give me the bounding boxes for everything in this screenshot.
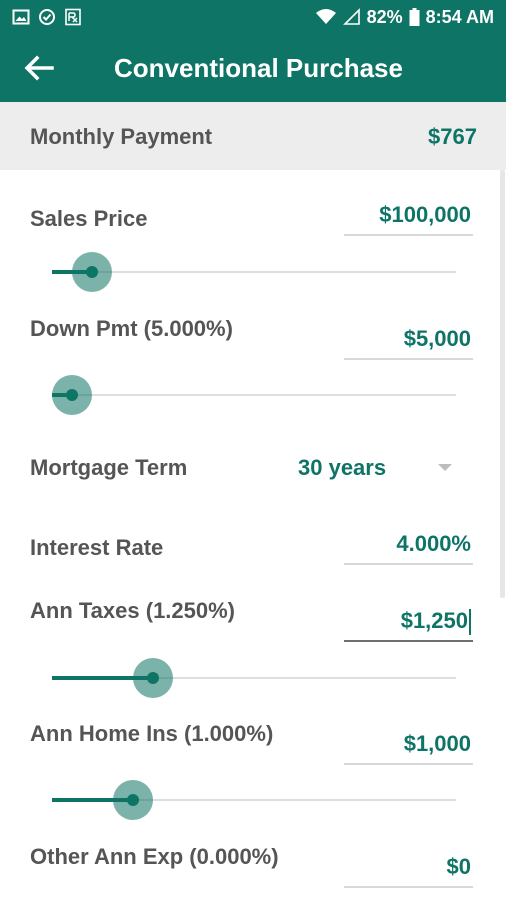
ann-taxes-slider[interactable]	[52, 658, 456, 698]
scrollbar[interactable]	[500, 170, 505, 598]
mortgage-term-label: Mortgage Term	[30, 455, 188, 480]
ann-taxes-label: Ann Taxes (1.250%)	[30, 598, 236, 623]
notification-icons	[12, 8, 82, 26]
status-bar: 82% 8:54 AM	[0, 0, 506, 34]
app-bar: Conventional Purchase	[0, 34, 506, 102]
other-ann-exp-label: Other Ann Exp (0.000%)	[30, 844, 279, 869]
battery-percent: 82%	[366, 7, 403, 27]
clock: 8:54 AM	[425, 7, 494, 27]
ann-home-ins-slider[interactable]	[52, 780, 456, 820]
signal-icon	[342, 8, 360, 25]
page-title: Conventional Purchase	[114, 53, 403, 83]
slider-thumb[interactable]	[86, 266, 98, 278]
slider-thumb[interactable]	[66, 389, 78, 401]
sales-price-label: Sales Price	[30, 206, 148, 231]
interest-rate-input[interactable]: 4.000%	[344, 529, 473, 565]
down-payment-slider[interactable]	[52, 375, 456, 415]
ann-home-ins-input[interactable]: $1,000	[344, 729, 473, 765]
monthly-payment-label: Monthly Payment	[30, 124, 213, 149]
check-circle-icon	[39, 9, 55, 25]
interest-rate-label: Interest Rate	[30, 535, 164, 560]
text-cursor	[469, 609, 471, 636]
other-ann-exp-input[interactable]: $0	[344, 852, 473, 888]
ann-home-ins-label: Ann Home Ins (1.000%)	[30, 721, 274, 746]
slider-thumb[interactable]	[147, 672, 159, 684]
ann-taxes-value: $1,250	[400, 608, 468, 633]
down-payment-input[interactable]: $5,000	[344, 324, 473, 360]
chevron-down-icon[interactable]	[438, 464, 452, 471]
sales-price-slider[interactable]	[52, 252, 456, 292]
monthly-payment-value: $767	[428, 124, 477, 149]
system-status: 82% 8:54 AM	[315, 6, 494, 28]
wifi-icon	[315, 9, 336, 24]
mortgage-term-select[interactable]: 30 years	[298, 455, 386, 481]
slider-track	[52, 394, 456, 396]
image-icon	[12, 9, 30, 25]
monthly-payment-summary: Monthly Payment $767	[0, 102, 506, 170]
down-payment-label: Down Pmt (5.000%)	[30, 316, 233, 341]
back-arrow-icon[interactable]	[22, 52, 56, 84]
battery-icon	[409, 8, 420, 26]
ann-taxes-input[interactable]: $1,250	[344, 606, 473, 642]
slider-track	[52, 271, 456, 273]
rx-icon	[65, 8, 81, 26]
sales-price-input[interactable]: $100,000	[344, 200, 473, 236]
slider-thumb[interactable]	[127, 794, 139, 806]
